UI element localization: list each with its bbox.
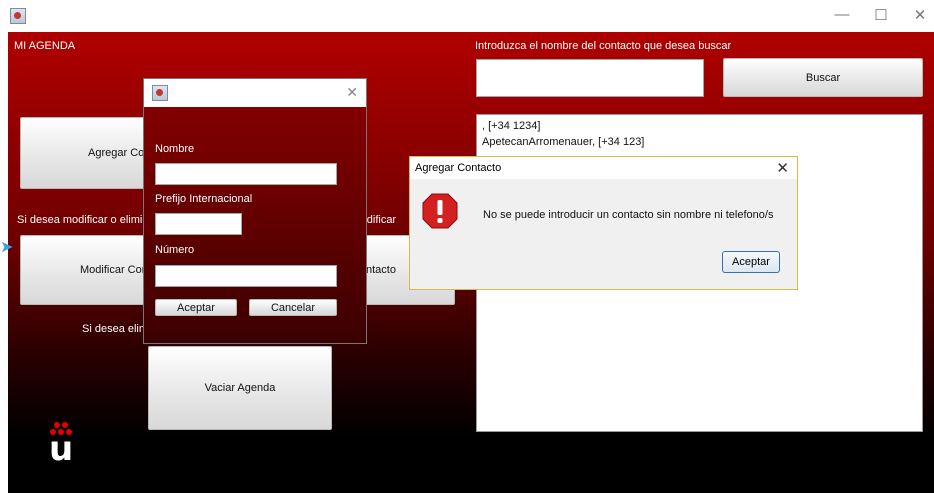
minimize-icon[interactable]: — <box>832 6 852 23</box>
search-label: Introduzca el nombre del contacto que de… <box>475 40 732 52</box>
prefijo-input[interactable] <box>155 213 242 235</box>
java-app-icon <box>152 85 168 101</box>
cancelar-button[interactable]: Cancelar <box>249 299 337 316</box>
list-item[interactable]: ApetecanArromenauer, [+34 123] <box>482 134 917 150</box>
error-icon <box>422 193 458 229</box>
vaciar-agenda-button[interactable]: Vaciar Agenda <box>148 346 332 430</box>
close-icon[interactable]: ✕ <box>910 6 930 24</box>
prefijo-label: Prefijo Internacional <box>155 193 253 205</box>
dialog-titlebar: ✕ <box>144 79 366 107</box>
search-input[interactable] <box>476 59 704 97</box>
error-dialog: Agregar Contacto ✕ No se puede introduci… <box>409 156 798 290</box>
java-app-icon <box>10 8 26 24</box>
dialog-title: Agregar Contacto <box>415 162 502 174</box>
nombre-label: Nombre <box>155 143 195 155</box>
close-icon[interactable]: ✕ <box>346 84 358 101</box>
university-logo: u <box>49 422 75 466</box>
maximize-icon[interactable]: ☐ <box>871 6 891 24</box>
numero-input[interactable] <box>155 265 337 287</box>
aceptar-button[interactable]: Aceptar <box>155 299 237 316</box>
numero-label: Número <box>155 244 195 256</box>
error-message: No se puede introducir un contacto sin n… <box>483 209 774 221</box>
agregar-contacto-dialog: ✕ Nombre Prefijo Internacional Número Ac… <box>143 78 367 344</box>
buscar-button[interactable]: Buscar <box>723 58 923 97</box>
close-icon[interactable]: ✕ <box>776 159 789 177</box>
list-item[interactable]: , [+34 1234] <box>482 118 917 134</box>
ok-button[interactable]: Aceptar <box>722 251 780 273</box>
eliminar-contacto-label: ntacto <box>366 264 396 276</box>
dialog-titlebar: Agregar Contacto ✕ <box>410 157 797 179</box>
app-title: MI AGENDA <box>14 40 76 52</box>
arrow-icon: ➤ <box>0 239 14 256</box>
nombre-input[interactable] <box>155 163 337 185</box>
window-titlebar: — ☐ ✕ <box>0 0 934 32</box>
